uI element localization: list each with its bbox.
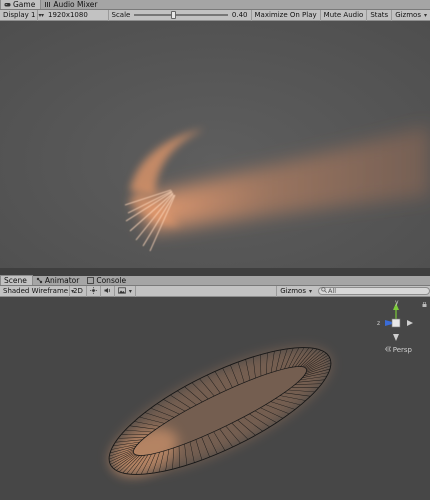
toggle-2d-button[interactable]: 2D [70,285,87,297]
perspective-icon [384,346,391,354]
gizmo-center-cube[interactable] [391,318,401,328]
axis-y-label: y [395,300,399,306]
game-controller-icon [4,1,11,8]
shading-mode-dropdown[interactable]: Shaded Wireframe ▾ [0,285,74,297]
scene-view[interactable]: y z Persp [0,297,430,500]
mute-audio-toggle[interactable]: Mute Audio [321,9,368,21]
animator-icon [36,277,43,284]
scene-gizmos-dropdown[interactable]: Gizmos ▾ [276,285,315,297]
particle-trail-render [0,21,430,276]
game-gizmos-label: Gizmos [395,11,421,19]
chevron-down-icon: ▾ [128,287,132,295]
image-icon [117,286,126,296]
chevron-down-icon: ▾ [41,11,45,19]
scene-toolbar: Shaded Wireframe ▾ 2D ▾ Gizmos ▾ All [0,285,430,297]
tab-console-label: Console [96,275,127,285]
scale-slider[interactable] [134,11,228,19]
stats-toggle[interactable]: Stats [367,9,393,21]
game-view[interactable] [0,21,430,276]
wireframe-trail-mesh [108,347,332,476]
tab-audio-mixer-label: Audio Mixer [53,0,98,9]
axis-neg-x-cone[interactable] [407,320,413,326]
tab-game[interactable]: Game [0,0,42,9]
search-placeholder: All [328,287,337,295]
scene-effects-dropdown[interactable]: ▾ [115,285,136,297]
chevron-down-icon: ▾ [308,287,312,295]
tab-console[interactable]: Console [84,275,131,285]
resolution-label: 1920x1080 [48,11,88,19]
display-label: Display 1 [3,11,36,19]
scale-label: Scale [111,11,131,19]
scale-control: Scale 0.40 [109,9,252,21]
axis-z-label: z [377,320,380,327]
scene-lighting-toggle[interactable] [87,285,101,297]
lock-icon[interactable] [422,302,427,307]
stats-label: Stats [370,11,389,19]
scene-search-input[interactable]: All [318,287,430,295]
tab-audio-mixer[interactable]: Audio Mixer [41,0,102,9]
speaker-icon [104,287,111,296]
maximize-on-play-label: Maximize On Play [254,11,317,19]
search-icon [321,287,327,295]
tab-animator-label: Animator [44,275,80,285]
toggle-2d-label: 2D [73,287,83,295]
game-tab-strip: Game Audio Mixer [0,0,430,10]
tab-game-label: Game [13,0,36,9]
game-toolbar: Display 1 ▾ ▾ 1920x1080 Scale 0.40 Maxim… [0,9,430,21]
projection-toggle[interactable]: Persp [384,346,412,354]
tab-scene[interactable]: Scene [0,275,33,285]
resolution-dropdown[interactable]: ▾ 1920x1080 [38,9,109,21]
game-gizmos-dropdown[interactable]: Gizmos ▾ [392,10,430,21]
sun-icon [89,286,97,296]
chevron-down-icon: ▾ [423,11,427,19]
shading-mode-label: Shaded Wireframe [3,287,69,295]
tab-scene-label: Scene [4,276,27,285]
projection-label: Persp [392,346,412,354]
scene-gizmos-label: Gizmos [280,287,306,295]
maximize-on-play-toggle[interactable]: Maximize On Play [252,9,321,21]
scene-audio-toggle[interactable] [101,285,115,297]
axis-neg-y-cone[interactable] [393,334,399,341]
audio-mixer-icon [44,1,51,8]
tab-animator[interactable]: Animator [33,275,84,285]
scene-tab-strip: Scene Animator Console [0,275,430,286]
scale-slider-thumb[interactable] [171,11,177,19]
scale-value: 0.40 [231,11,248,19]
console-icon [87,276,95,284]
orientation-gizmo[interactable]: y z [376,300,416,344]
display-dropdown[interactable]: Display 1 ▾ [0,9,42,21]
mute-audio-label: Mute Audio [323,11,364,19]
